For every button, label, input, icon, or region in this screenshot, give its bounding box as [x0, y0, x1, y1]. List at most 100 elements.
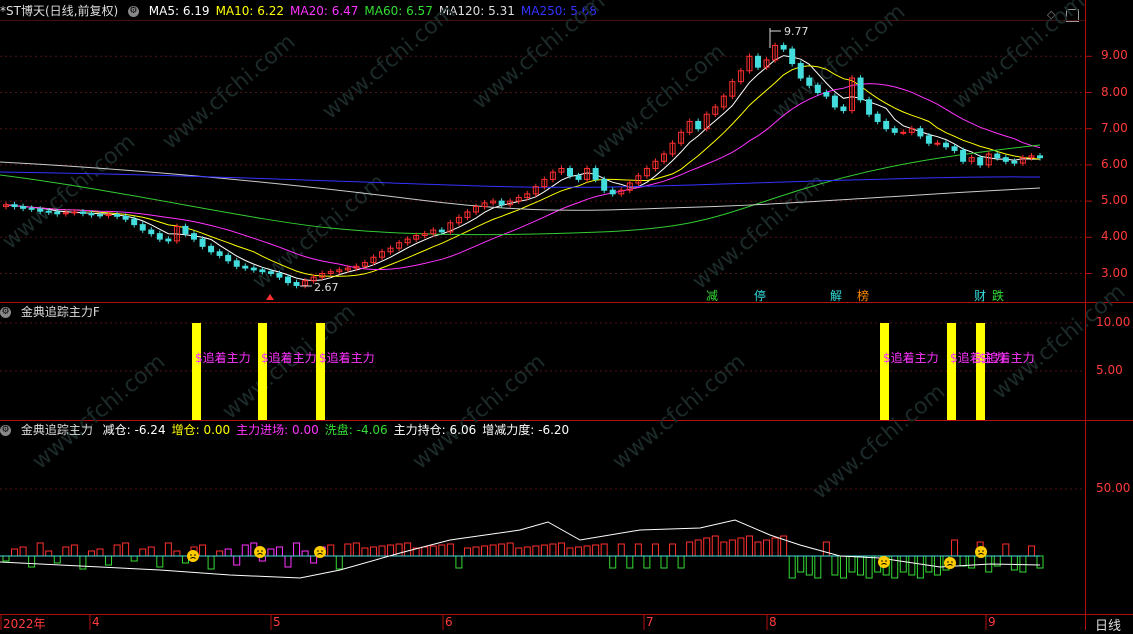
event-tag-1: 停 [754, 289, 767, 303]
histogram-bar [45, 550, 53, 557]
smiley-eye [321, 550, 323, 552]
bottom-legend: ⚙ 金典追踪主力 减仓: -6.24 增仓: 0.00 主力进场: 0.00 洗盘: … [0, 421, 581, 439]
histogram-bar [438, 544, 446, 557]
candle-body [567, 168, 573, 177]
histogram-bar [848, 555, 856, 573]
histogram-bar [87, 550, 95, 557]
candle-body [1002, 157, 1009, 162]
indicator2-settings-icon[interactable]: ⚙ [0, 425, 11, 436]
period-label[interactable]: 日线 [1095, 615, 1121, 634]
histogram-bar [446, 543, 454, 557]
histogram-bar [463, 547, 471, 557]
candle-body [122, 215, 129, 220]
signal-text: $追着主力 [319, 351, 375, 365]
histogram-bar [455, 555, 463, 569]
candle-body [438, 229, 445, 233]
candle-body [37, 208, 44, 212]
histogram-bar [1010, 555, 1018, 571]
histogram-bar [669, 543, 677, 557]
high-label: 9.77 [784, 25, 809, 38]
histogram-bar [164, 542, 172, 557]
histogram-bar [745, 535, 753, 557]
ma120-line [0, 161, 1041, 211]
time-tick-label: 2022年 [3, 617, 46, 631]
watermark-text: www.cfchi.com [408, 349, 550, 474]
histogram-bar [96, 548, 104, 557]
histogram-bar [575, 546, 583, 557]
signal-bar [947, 323, 956, 420]
candle-body [575, 175, 582, 180]
smiley-icon [314, 546, 326, 558]
histogram-bar [352, 542, 360, 557]
buy-arrow-icon [266, 294, 274, 300]
smiley-eye [257, 550, 259, 552]
indicator-settings-icon[interactable]: ⚙ [0, 307, 11, 318]
histogram-bar [600, 543, 608, 557]
candle-body [182, 225, 189, 235]
signal-bar [976, 323, 985, 420]
position-line [0, 519, 1041, 579]
candle-body [874, 113, 881, 122]
bottom-panel-title[interactable]: 金典追踪主力 [21, 423, 93, 437]
histogram-bar [865, 555, 873, 579]
histogram-bar [387, 544, 395, 557]
bottom-value-2: 主力进场: 0.00 [236, 423, 319, 437]
histogram-bar [737, 537, 745, 557]
histogram-bar [908, 555, 916, 576]
smiley-eye [982, 550, 984, 552]
event-tag-5: 跌 [992, 289, 1005, 303]
histogram-bar [592, 544, 600, 557]
candle-body [88, 212, 95, 216]
histogram-bar [199, 544, 207, 557]
watermark-text: www.cfchi.com [988, 279, 1130, 404]
histogram-bar [951, 539, 959, 557]
price-tick-label: 5.00 [1101, 193, 1128, 208]
candle-body [259, 269, 266, 273]
watermark-text: www.cfchi.com [608, 349, 750, 474]
candle-body [199, 238, 206, 247]
histogram-bar [28, 555, 36, 568]
time-tick-label: 5 [273, 615, 281, 629]
candle-body [994, 153, 1001, 159]
candle-body [71, 211, 78, 214]
histogram-bar [301, 550, 309, 557]
price-tick-label: 9.00 [1101, 48, 1128, 63]
bottom-lines [0, 519, 1041, 579]
histogram-bar [1027, 545, 1035, 557]
histogram-bar [53, 555, 61, 564]
candle-body [814, 84, 821, 94]
watermark-text: www.cfchi.com [808, 379, 950, 504]
histogram-bar [788, 555, 796, 579]
candle-body [156, 233, 163, 240]
event-tag-3: 榜 [857, 289, 870, 303]
histogram-bar [634, 543, 642, 557]
histogram-bar [378, 545, 386, 557]
histogram-bar [70, 544, 78, 557]
candle-body [609, 189, 616, 195]
histogram-bar [532, 545, 540, 557]
candle-body [54, 211, 61, 215]
histogram-bar [216, 550, 224, 557]
bottom-value-1: 增仓: 0.00 [171, 423, 231, 437]
smiley-icon [187, 550, 199, 562]
histogram-bar [489, 544, 497, 557]
histogram-bar [515, 547, 523, 557]
smiley-eye [190, 554, 192, 556]
signal-text: $追着主力 [195, 351, 251, 365]
candle-body [934, 142, 941, 145]
histogram-bar [557, 542, 565, 557]
histogram-bar [344, 543, 352, 557]
histogram-bar [968, 555, 976, 569]
bottom-value-4: 主力持仓: 6.06 [393, 423, 477, 437]
histogram-bar [549, 543, 557, 557]
histogram-bar [105, 555, 113, 566]
time-tick-label: 9 [988, 615, 996, 629]
histogram-bar [207, 555, 215, 570]
watermark-text: www.cfchi.com [768, 0, 910, 125]
signal-panel-title[interactable]: 金典追踪主力F [21, 305, 100, 319]
candle-body [780, 44, 787, 50]
candle-body [285, 276, 291, 284]
histogram-bar [891, 555, 899, 579]
smiley-eye [978, 550, 980, 552]
candle-body [789, 48, 796, 65]
